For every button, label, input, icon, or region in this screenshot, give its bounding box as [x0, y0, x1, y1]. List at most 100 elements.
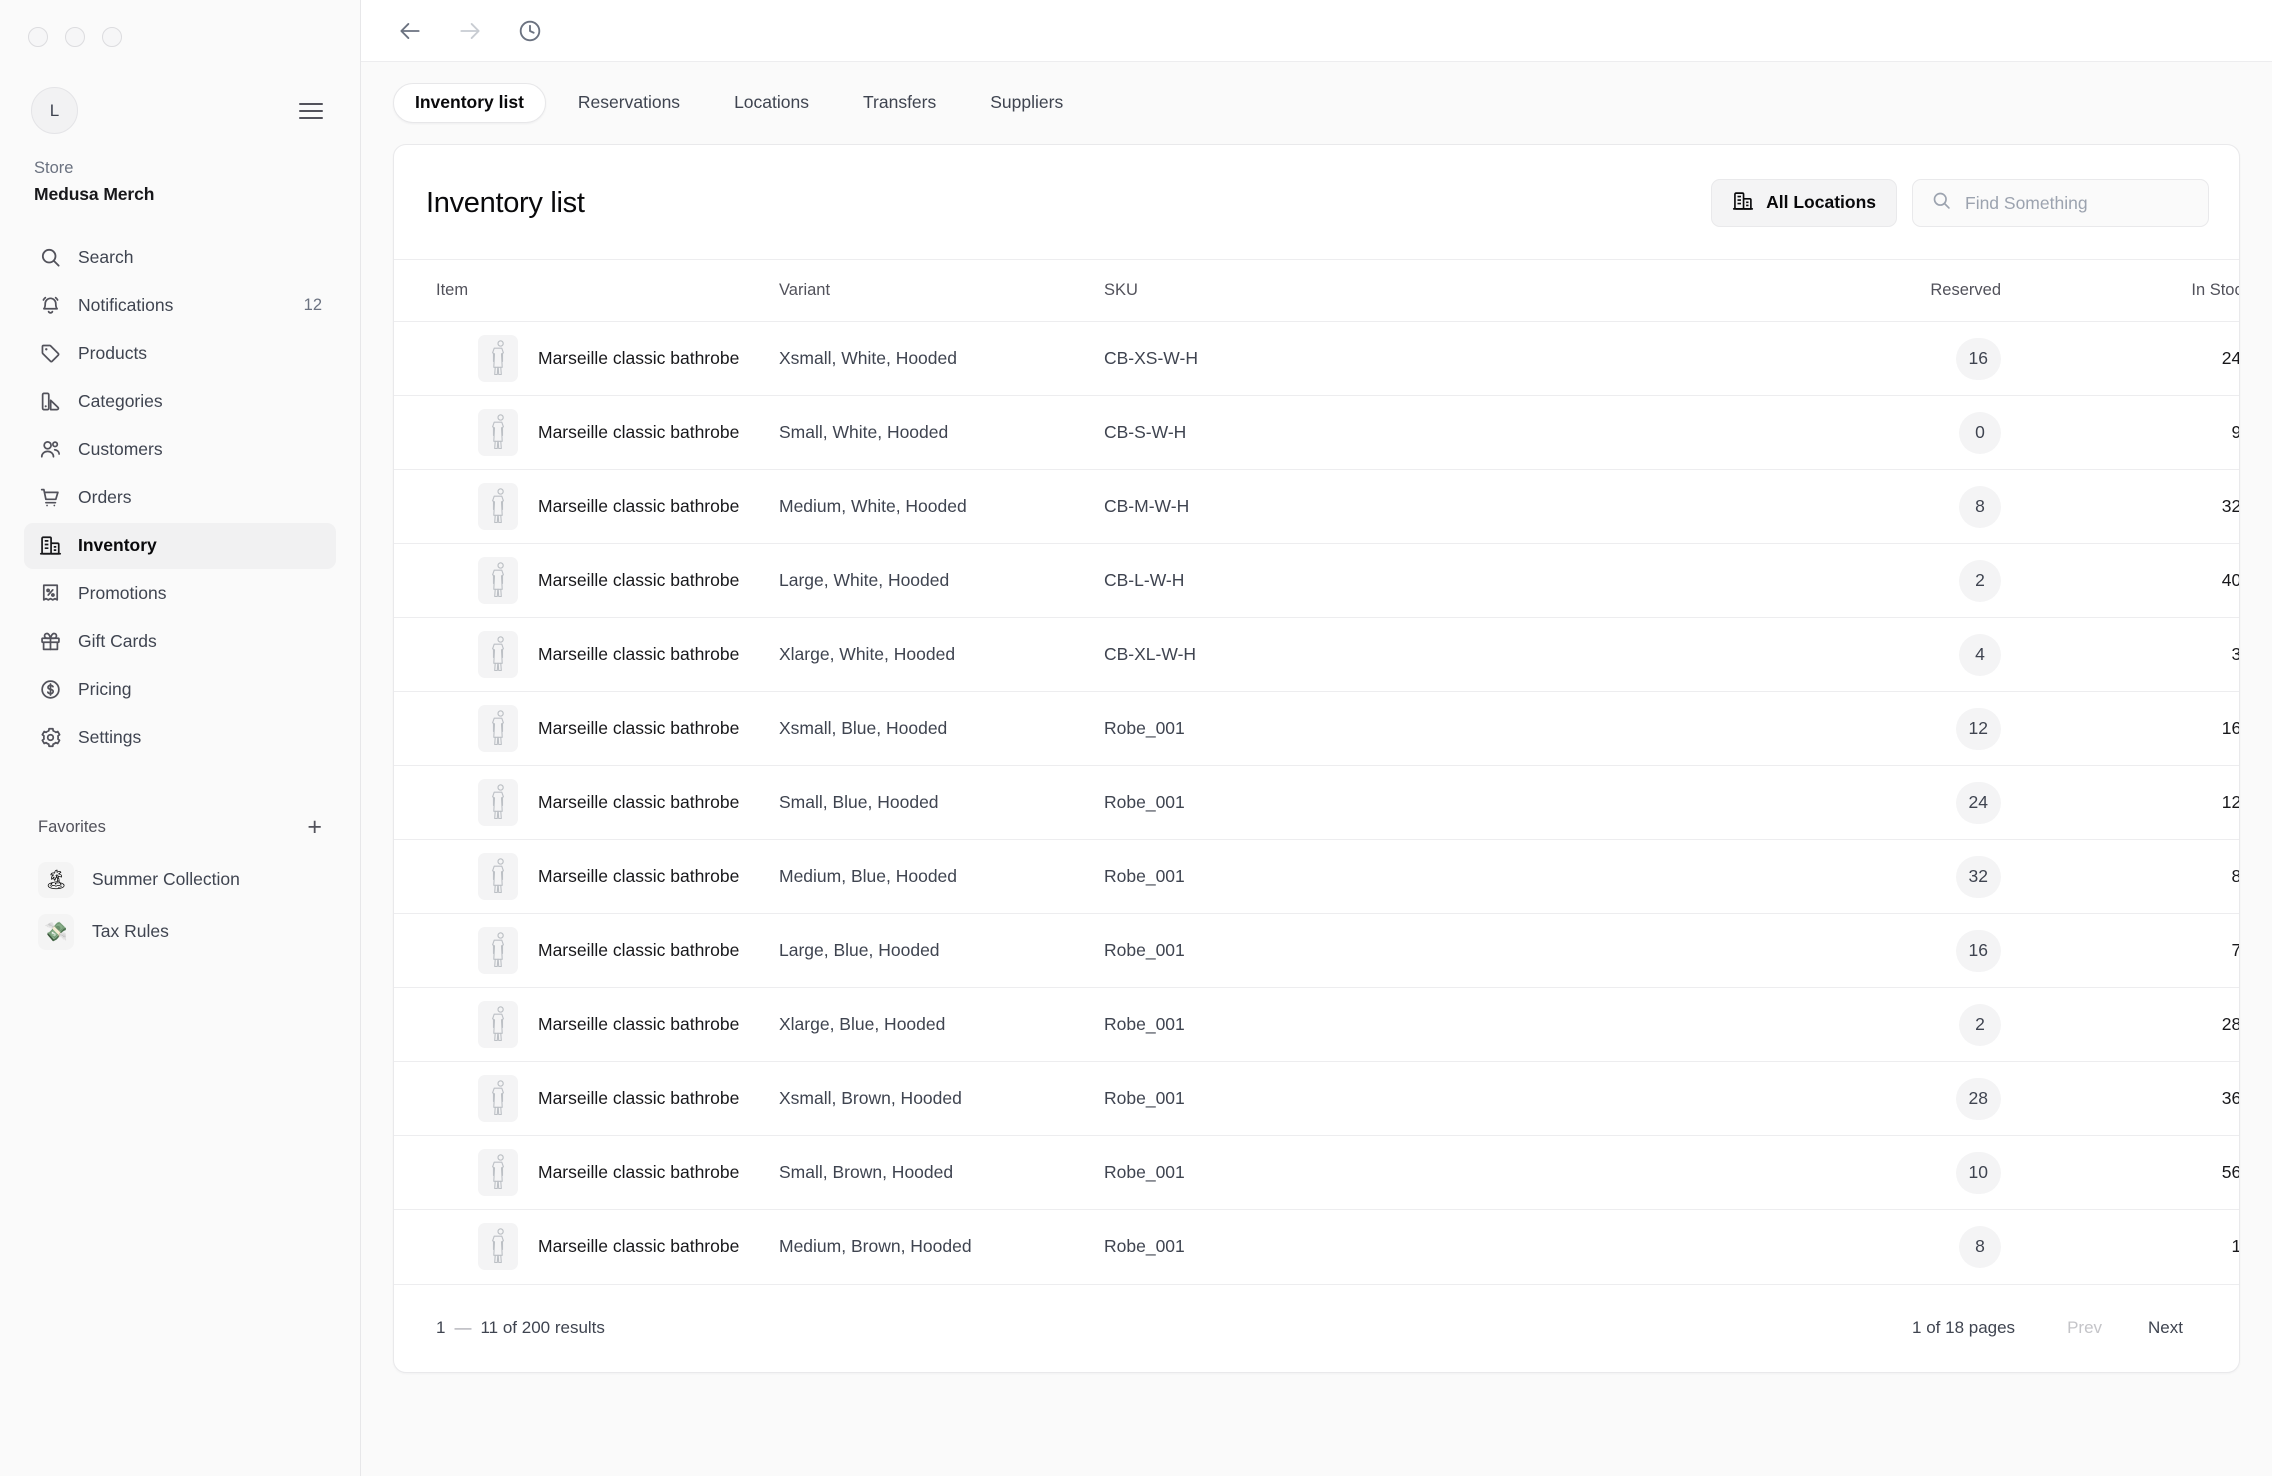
- store-meta[interactable]: Store Medusa Merch: [0, 134, 360, 205]
- tab-bar: Inventory list Reservations Locations Tr…: [361, 62, 2272, 144]
- search-input[interactable]: [1965, 193, 2190, 214]
- product-thumbnail: [478, 927, 518, 974]
- minimize-window-button[interactable]: [65, 27, 85, 47]
- top-navigation-bar: [361, 0, 2272, 62]
- cell-item: Marseille classic bathrobe: [394, 322, 779, 396]
- sidebar: L Store Medusa Merch Search: [0, 0, 361, 1476]
- cell-item: Marseille classic bathrobe: [394, 618, 779, 692]
- forward-arrow-icon[interactable]: [453, 14, 487, 48]
- item-name: Marseille classic bathrobe: [538, 570, 739, 591]
- cell-sku: CB-M-W-H: [1104, 470, 1669, 544]
- table-row[interactable]: Marseille classic bathrobeXlarge, White,…: [394, 618, 2240, 692]
- reserved-badge: 16: [1956, 930, 2001, 972]
- table-row[interactable]: Marseille classic bathrobeSmall, White, …: [394, 396, 2240, 470]
- inventory-table: Item Variant SKU Reserved In Stock Marse…: [394, 259, 2240, 1284]
- column-header-variant[interactable]: Variant: [779, 260, 1104, 322]
- sidebar-item-promotions[interactable]: Promotions: [24, 571, 336, 617]
- island-icon: 🏝: [38, 862, 74, 898]
- sidebar-item-settings[interactable]: Settings: [24, 715, 336, 761]
- clock-icon[interactable]: [513, 14, 547, 48]
- cell-reserved: 12: [1669, 692, 2069, 766]
- header-actions: All Locations: [1711, 179, 2209, 227]
- reserved-badge: 8: [1959, 486, 2001, 528]
- tab-locations[interactable]: Locations: [712, 83, 831, 123]
- sidebar-item-notifications[interactable]: Notifications 12: [24, 283, 336, 329]
- cell-sku: Robe_001: [1104, 840, 1669, 914]
- cell-reserved: 4: [1669, 618, 2069, 692]
- close-window-button[interactable]: [28, 27, 48, 47]
- notifications-badge: 12: [304, 296, 322, 315]
- prev-page-button[interactable]: Prev: [2051, 1309, 2118, 1347]
- sidebar-item-categories[interactable]: Categories: [24, 379, 336, 425]
- product-thumbnail: [478, 779, 518, 826]
- building-icon: [38, 534, 62, 558]
- sidebar-toggle-icon[interactable]: [293, 97, 329, 125]
- table-row[interactable]: Marseille classic bathrobeSmall, Blue, H…: [394, 766, 2240, 840]
- cell-sku: Robe_001: [1104, 1136, 1669, 1210]
- table-row[interactable]: Marseille classic bathrobeLarge, Blue, H…: [394, 914, 2240, 988]
- maximize-window-button[interactable]: [102, 27, 122, 47]
- column-header-item[interactable]: Item: [394, 260, 779, 322]
- table-row[interactable]: Marseille classic bathrobeMedium, Brown,…: [394, 1210, 2240, 1284]
- sidebar-item-label: Pricing: [78, 681, 322, 699]
- cell-item: Marseille classic bathrobe: [394, 1136, 779, 1210]
- all-locations-label: All Locations: [1766, 194, 1876, 212]
- search-box[interactable]: [1912, 179, 2209, 227]
- table-row[interactable]: Marseille classic bathrobeMedium, White,…: [394, 470, 2240, 544]
- sidebar-item-pricing[interactable]: Pricing: [24, 667, 336, 713]
- table-row[interactable]: Marseille classic bathrobeXsmall, White,…: [394, 322, 2240, 396]
- column-header-in-stock[interactable]: In Stock: [2069, 260, 2240, 322]
- column-header-reserved[interactable]: Reserved: [1669, 260, 2069, 322]
- sidebar-item-label: Orders: [78, 489, 322, 507]
- cell-reserved: 16: [1669, 322, 2069, 396]
- avatar[interactable]: L: [31, 87, 78, 134]
- cart-icon: [38, 486, 62, 510]
- tab-transfers[interactable]: Transfers: [841, 83, 958, 123]
- cell-reserved: 2: [1669, 544, 2069, 618]
- item-name: Marseille classic bathrobe: [538, 348, 739, 369]
- back-arrow-icon[interactable]: [393, 14, 427, 48]
- favorite-item-summer-collection[interactable]: 🏝 Summer Collection: [24, 857, 336, 903]
- product-thumbnail: [478, 631, 518, 678]
- window-traffic-lights: [0, 0, 360, 47]
- gear-icon: [38, 726, 62, 750]
- sidebar-item-search[interactable]: Search: [24, 235, 336, 281]
- product-thumbnail: [478, 1001, 518, 1048]
- cell-reserved: 16: [1669, 914, 2069, 988]
- next-page-button[interactable]: Next: [2132, 1309, 2199, 1347]
- sidebar-item-label: Search: [78, 249, 322, 267]
- table-row[interactable]: Marseille classic bathrobeMedium, Blue, …: [394, 840, 2240, 914]
- cell-sku: Robe_001: [1104, 1062, 1669, 1136]
- cell-item: Marseille classic bathrobe: [394, 1062, 779, 1136]
- cell-variant: Large, Blue, Hooded: [779, 914, 1104, 988]
- item-name: Marseille classic bathrobe: [538, 792, 739, 813]
- cell-reserved: 32: [1669, 840, 2069, 914]
- table-row[interactable]: Marseille classic bathrobeLarge, White, …: [394, 544, 2240, 618]
- column-header-sku[interactable]: SKU: [1104, 260, 1669, 322]
- tab-inventory-list[interactable]: Inventory list: [393, 83, 546, 123]
- table-row[interactable]: Marseille classic bathrobeXsmall, Blue, …: [394, 692, 2240, 766]
- sidebar-item-gift-cards[interactable]: Gift Cards: [24, 619, 336, 665]
- sidebar-item-orders[interactable]: Orders: [24, 475, 336, 521]
- product-thumbnail: [478, 409, 518, 456]
- cell-in-stock: 240: [2069, 322, 2240, 396]
- table-row[interactable]: Marseille classic bathrobeXlarge, Blue, …: [394, 988, 2240, 1062]
- table-row[interactable]: Marseille classic bathrobeSmall, Brown, …: [394, 1136, 2240, 1210]
- item-name: Marseille classic bathrobe: [538, 496, 739, 517]
- sidebar-item-customers[interactable]: Customers: [24, 427, 336, 473]
- item-name: Marseille classic bathrobe: [538, 718, 739, 739]
- tab-suppliers[interactable]: Suppliers: [968, 83, 1085, 123]
- table-body: Marseille classic bathrobeXsmall, White,…: [394, 322, 2240, 1284]
- reserved-badge: 24: [1956, 782, 2001, 824]
- item-name: Marseille classic bathrobe: [538, 866, 739, 887]
- results-summary: 1 — 11 of 200 results: [436, 1318, 605, 1338]
- favorite-item-tax-rules[interactable]: 💸 Tax Rules: [24, 909, 336, 955]
- sidebar-item-products[interactable]: Products: [24, 331, 336, 377]
- sidebar-item-inventory[interactable]: Inventory: [24, 523, 336, 569]
- all-locations-button[interactable]: All Locations: [1711, 179, 1897, 227]
- tab-reservations[interactable]: Reservations: [556, 83, 702, 123]
- add-favorite-button[interactable]: +: [307, 815, 322, 840]
- table-row[interactable]: Marseille classic bathrobeXsmall, Brown,…: [394, 1062, 2240, 1136]
- store-label: Store: [34, 156, 329, 181]
- search-icon: [1931, 190, 1952, 216]
